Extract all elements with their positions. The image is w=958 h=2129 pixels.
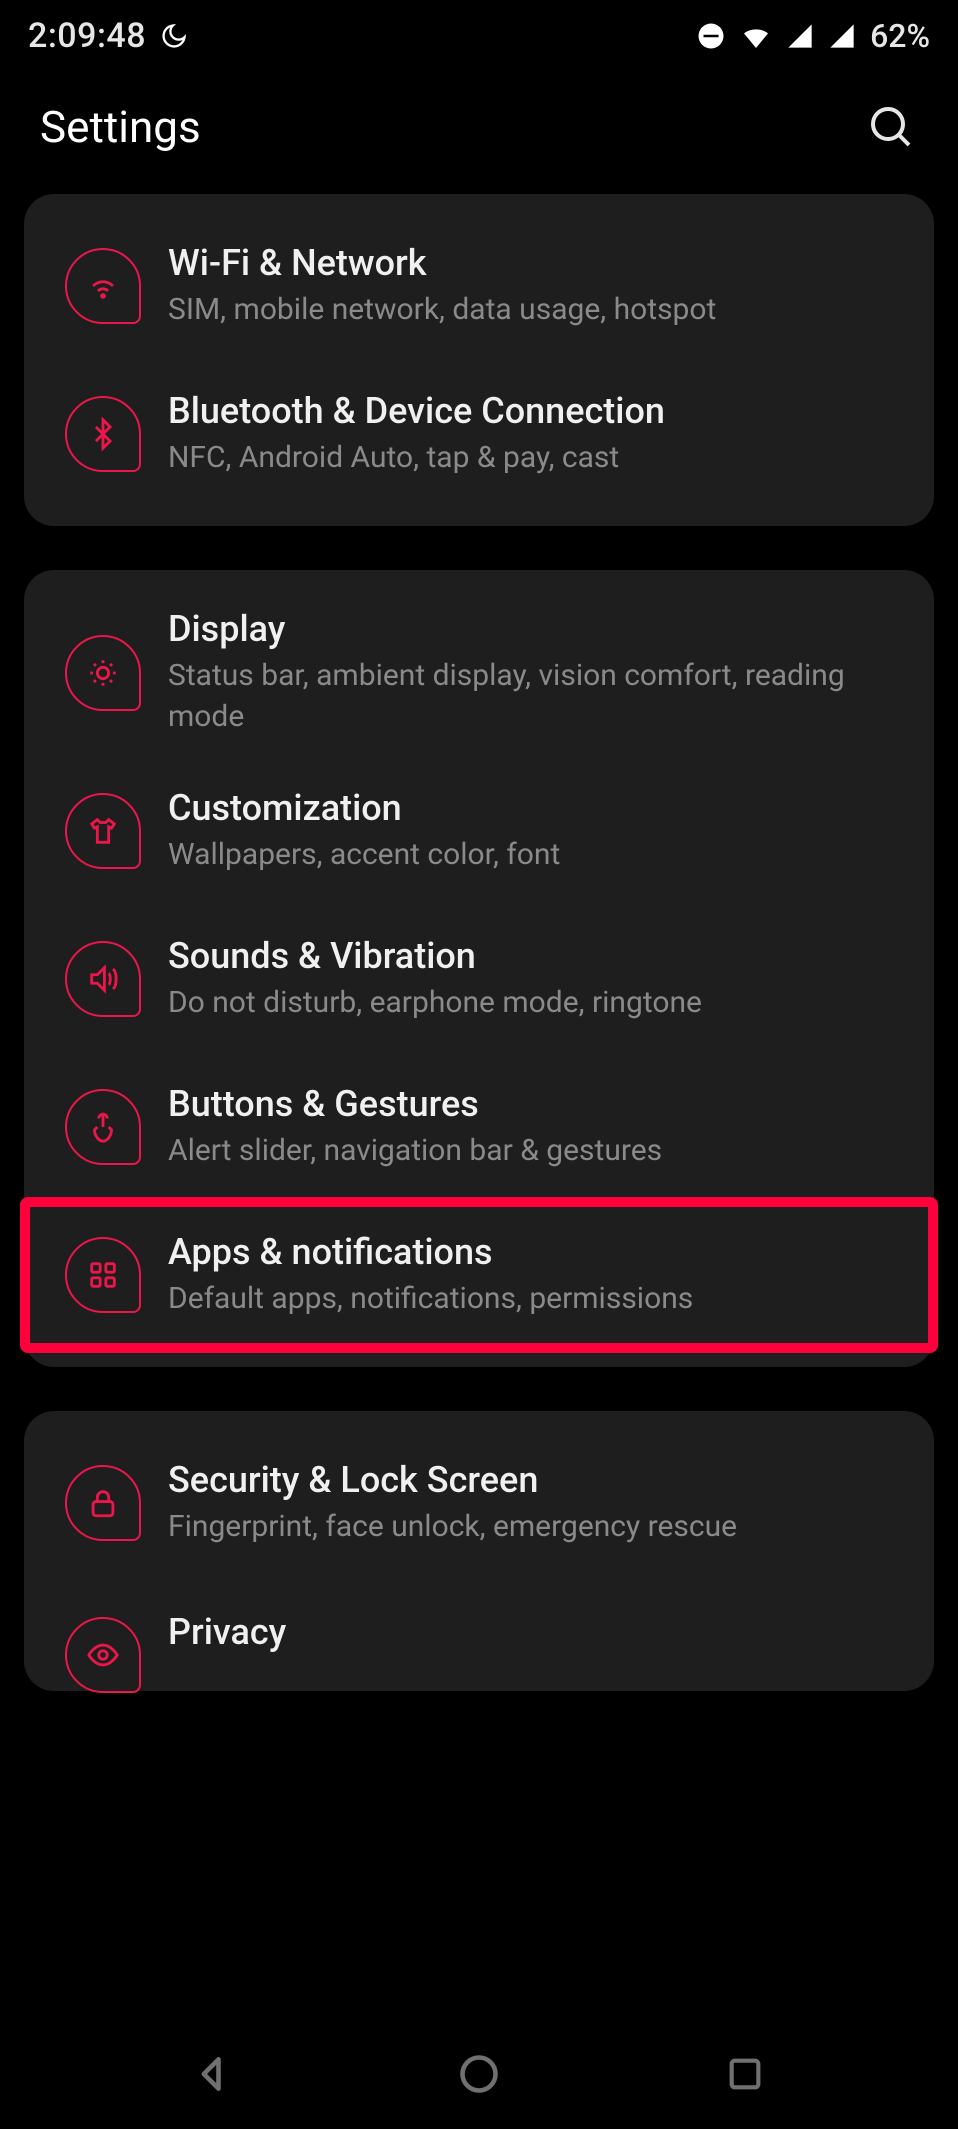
navigation-bar — [0, 2019, 958, 2129]
settings-item-display[interactable]: Display Status bar, ambient display, vis… — [24, 588, 934, 757]
settings-item-bluetooth[interactable]: Bluetooth & Device Connection NFC, Andro… — [24, 360, 934, 508]
nav-home-button[interactable] — [444, 2039, 514, 2109]
search-icon — [867, 103, 915, 151]
bedtime-icon — [160, 22, 188, 50]
item-subtitle: Status bar, ambient display, vision comf… — [168, 656, 904, 737]
back-icon — [191, 2052, 235, 2096]
home-icon — [457, 2052, 501, 2096]
dnd-icon — [696, 21, 726, 51]
item-subtitle: Default apps, notifications, permissions — [168, 1279, 904, 1320]
bluetooth-icon — [65, 396, 141, 472]
item-title: Wi-Fi & Network — [168, 242, 904, 284]
item-title: Privacy — [168, 1611, 904, 1653]
nav-back-button[interactable] — [178, 2039, 248, 2109]
signal-1-icon — [786, 22, 814, 50]
settings-list[interactable]: Wi-Fi & Network SIM, mobile network, dat… — [0, 182, 958, 2019]
settings-item-sounds[interactable]: Sounds & Vibration Do not disturb, earph… — [24, 905, 934, 1053]
item-subtitle: SIM, mobile network, data usage, hotspot — [168, 290, 904, 331]
wifi-status-icon — [740, 20, 772, 52]
settings-item-security[interactable]: Security & Lock Screen Fingerprint, face… — [24, 1429, 934, 1577]
page-title: Settings — [40, 101, 201, 153]
settings-item-wifi[interactable]: Wi-Fi & Network SIM, mobile network, dat… — [24, 212, 934, 360]
nav-recent-button[interactable] — [710, 2039, 780, 2109]
recent-icon — [725, 2054, 765, 2094]
item-title: Apps & notifications — [168, 1231, 904, 1273]
wifi-icon — [65, 248, 141, 324]
brightness-icon — [65, 635, 141, 711]
item-title: Sounds & Vibration — [168, 935, 904, 977]
item-title: Security & Lock Screen — [168, 1459, 904, 1501]
settings-item-privacy[interactable]: Privacy — [24, 1577, 934, 1673]
settings-group: Display Status bar, ambient display, vis… — [24, 570, 934, 1367]
search-button[interactable] — [864, 100, 918, 154]
item-title: Bluetooth & Device Connection — [168, 390, 904, 432]
battery-percentage: 62% — [870, 17, 930, 55]
item-subtitle: Alert slider, navigation bar & gestures — [168, 1131, 904, 1172]
touch-icon — [65, 1089, 141, 1165]
privacy-icon — [65, 1617, 141, 1693]
settings-item-apps[interactable]: Apps & notifications Default apps, notif… — [24, 1201, 934, 1349]
settings-group: Wi-Fi & Network SIM, mobile network, dat… — [24, 194, 934, 526]
lock-icon — [65, 1465, 141, 1541]
item-subtitle: NFC, Android Auto, tap & pay, cast — [168, 438, 904, 479]
item-title: Display — [168, 608, 904, 650]
volume-icon — [65, 941, 141, 1017]
item-title: Customization — [168, 787, 904, 829]
status-time: 2:09:48 — [28, 16, 146, 56]
signal-2-icon — [828, 22, 856, 50]
item-title: Buttons & Gestures — [168, 1083, 904, 1125]
item-subtitle: Wallpapers, accent color, font — [168, 835, 904, 876]
item-subtitle: Do not disturb, earphone mode, ringtone — [168, 983, 904, 1024]
settings-group: Security & Lock Screen Fingerprint, face… — [24, 1411, 934, 1691]
status-bar: 2:09:48 62% — [0, 0, 958, 72]
settings-item-buttons[interactable]: Buttons & Gestures Alert slider, navigat… — [24, 1053, 934, 1201]
apps-grid-icon — [65, 1237, 141, 1313]
settings-item-customization[interactable]: Customization Wallpapers, accent color, … — [24, 757, 934, 905]
shirt-icon — [65, 793, 141, 869]
item-subtitle: Fingerprint, face unlock, emergency resc… — [168, 1507, 904, 1548]
settings-header: Settings — [0, 72, 958, 182]
